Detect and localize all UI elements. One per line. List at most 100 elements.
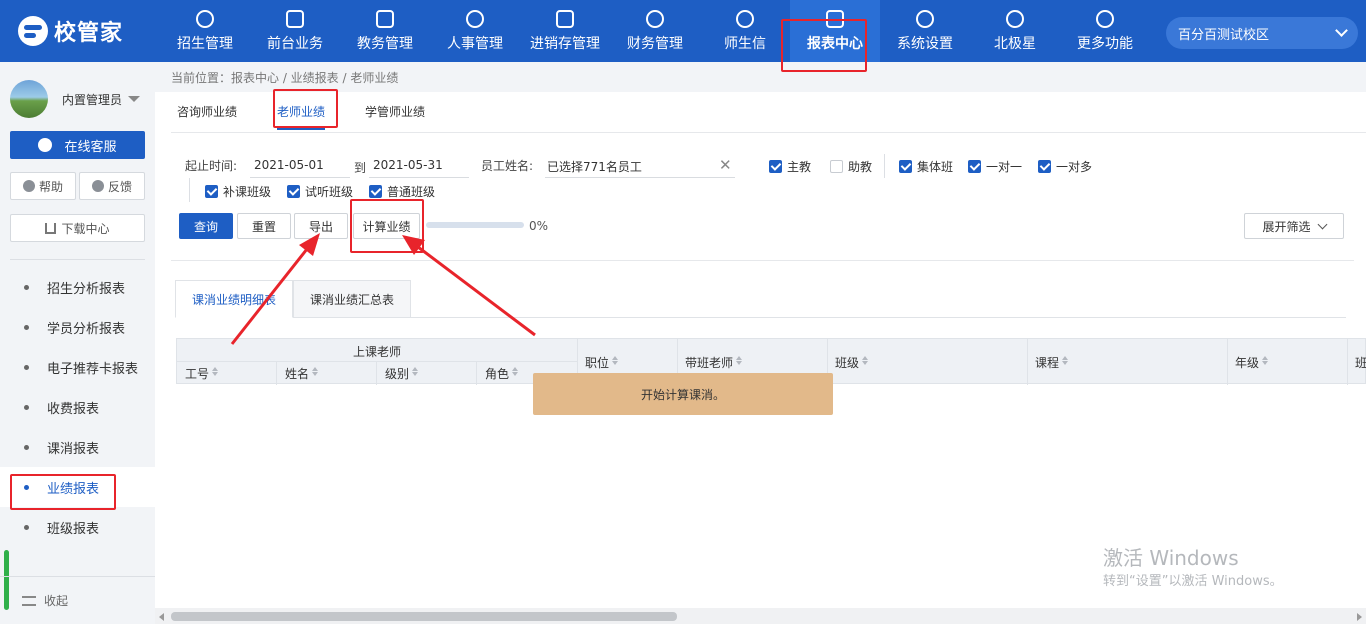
column-header-class[interactable]: 班级 bbox=[835, 354, 869, 371]
query-button[interactable]: 查询 bbox=[179, 213, 233, 239]
tab-teacher-performance[interactable]: 老师业绩 bbox=[277, 98, 326, 130]
app-logo[interactable]: 校管家 bbox=[18, 14, 123, 48]
top-nav-bar: 校管家 招生管理 前台业务 教务管理 人事管理 进销存管理 财务管理 师生信 报… bbox=[0, 0, 1366, 62]
column-header-course[interactable]: 课程 bbox=[1035, 354, 1069, 371]
checkbox-icon bbox=[830, 160, 843, 173]
sidebar-item-fee-report[interactable]: 收费报表 bbox=[0, 387, 155, 427]
column-label: 工号 bbox=[185, 367, 210, 381]
checkbox-one-to-one[interactable]: 一对一 bbox=[968, 158, 1022, 175]
nav-label: 系统设置 bbox=[897, 35, 953, 52]
user-add-icon bbox=[196, 9, 214, 28]
online-service-button[interactable]: 在线客服 bbox=[10, 131, 145, 159]
campus-selector[interactable]: 百分百测试校区 bbox=[1166, 17, 1358, 49]
export-button[interactable]: 导出 bbox=[294, 213, 348, 239]
chevron-down-icon bbox=[1317, 219, 1327, 229]
column-header-level[interactable]: 级别 bbox=[385, 365, 419, 382]
column-label: 年级 bbox=[1235, 356, 1260, 370]
column-header-role[interactable]: 角色 bbox=[485, 365, 519, 382]
bullet-icon bbox=[24, 524, 29, 530]
nav-label: 报表中心 bbox=[807, 35, 863, 52]
calculate-performance-button[interactable]: 计算业绩 bbox=[353, 213, 420, 239]
sidebar-item-referral-report[interactable]: 电子推荐卡报表 bbox=[0, 347, 155, 387]
nav-item-enrollment[interactable]: 招生管理 bbox=[160, 0, 250, 62]
nav-label: 前台业务 bbox=[267, 35, 323, 52]
checkbox-label: 主教 bbox=[787, 160, 812, 174]
checkbox-regular-class[interactable]: 普通班级 bbox=[369, 183, 435, 200]
checkbox-icon bbox=[769, 160, 782, 173]
scrollbar-thumb[interactable] bbox=[171, 612, 677, 621]
tab-advisor-performance[interactable]: 学管师业绩 bbox=[365, 98, 425, 130]
gear-icon bbox=[916, 9, 934, 28]
nav-item-reports[interactable]: 报表中心 bbox=[790, 0, 880, 62]
tab-consumption-detail[interactable]: 课消业绩明细表 bbox=[175, 280, 294, 318]
nav-item-hr[interactable]: 人事管理 bbox=[430, 0, 520, 62]
reset-button[interactable]: 重置 bbox=[237, 213, 291, 239]
start-date-input[interactable]: 2021-05-01 bbox=[250, 154, 350, 178]
calculation-progress-bar bbox=[426, 222, 524, 228]
logo-text: 校管家 bbox=[54, 21, 124, 46]
monitor-icon bbox=[286, 9, 304, 28]
nav-item-front-desk[interactable]: 前台业务 bbox=[250, 0, 340, 62]
column-header-id[interactable]: 工号 bbox=[185, 365, 219, 382]
divider bbox=[189, 178, 190, 202]
sidebar-item-student-report[interactable]: 学员分析报表 bbox=[0, 307, 155, 347]
checkbox-assistant[interactable]: 助教 bbox=[830, 158, 872, 175]
horizontal-scrollbar[interactable] bbox=[155, 608, 1366, 624]
sidebar-item-label: 收费报表 bbox=[47, 401, 100, 417]
checkbox-label: 补课班级 bbox=[223, 185, 272, 199]
end-date-input[interactable]: 2021-05-31 bbox=[369, 154, 469, 178]
column-header-name[interactable]: 姓名 bbox=[285, 365, 319, 382]
checkbox-group-class[interactable]: 集体班 bbox=[899, 158, 953, 175]
windows-watermark-text: 转到“设置”以激活 Windows。 bbox=[1103, 574, 1283, 589]
sidebar-item-class-report[interactable]: 班级报表 bbox=[0, 507, 155, 547]
sort-icon bbox=[612, 355, 619, 365]
divider bbox=[10, 259, 145, 260]
bullet-icon bbox=[24, 444, 29, 450]
bullet-icon bbox=[24, 284, 29, 290]
sidebar-item-label: 学员分析报表 bbox=[47, 321, 126, 337]
column-header-grade[interactable]: 年级 bbox=[1235, 354, 1269, 371]
checkbox-icon bbox=[205, 185, 218, 198]
checkbox-one-to-many[interactable]: 一对多 bbox=[1038, 158, 1092, 175]
download-center-button[interactable]: 下载中心 bbox=[10, 214, 145, 242]
divider bbox=[1227, 339, 1228, 385]
column-header-position[interactable]: 职位 bbox=[585, 354, 619, 371]
nav-item-academic[interactable]: 教务管理 bbox=[340, 0, 430, 62]
bullet-icon bbox=[24, 484, 29, 490]
expand-filter-button[interactable]: 展开筛选 bbox=[1244, 213, 1344, 239]
nav-item-more[interactable]: 更多功能 bbox=[1060, 0, 1150, 62]
divider bbox=[177, 361, 577, 362]
breadcrumb: 当前位置：报表中心 / 业绩报表 / 老师业绩 bbox=[155, 62, 1366, 92]
nav-item-messages[interactable]: 师生信 bbox=[700, 0, 790, 62]
column-header-class-teacher[interactable]: 带班老师 bbox=[685, 354, 743, 371]
sidebar-item-label: 电子推荐卡报表 bbox=[47, 361, 139, 377]
scroll-left-icon[interactable] bbox=[159, 613, 164, 621]
checkbox-main-teacher[interactable]: 主教 bbox=[769, 158, 811, 175]
feedback-button[interactable]: 反馈 bbox=[79, 172, 145, 200]
checkbox-makeup-class[interactable]: 补课班级 bbox=[205, 183, 271, 200]
book-icon bbox=[376, 9, 394, 28]
sort-icon bbox=[312, 366, 319, 376]
divider bbox=[376, 361, 377, 385]
nav-item-settings[interactable]: 系统设置 bbox=[880, 0, 970, 62]
employee-select[interactable]: 已选择771名员工 bbox=[545, 154, 735, 178]
user-menu[interactable]: 内置管理员 bbox=[10, 80, 141, 118]
checkbox-trial-class[interactable]: 试听班级 bbox=[287, 183, 353, 200]
date-range-label: 起止时间: bbox=[185, 159, 238, 173]
column-label: 级别 bbox=[385, 367, 410, 381]
tab-consultant-performance[interactable]: 咨询师业绩 bbox=[177, 98, 237, 130]
close-icon[interactable]: ✕ bbox=[719, 156, 732, 174]
help-button[interactable]: 帮助 bbox=[10, 172, 76, 200]
nav-item-finance[interactable]: 财务管理 bbox=[610, 0, 700, 62]
sidebar-item-label: 业绩报表 bbox=[47, 481, 100, 497]
sidebar-item-consumption-report[interactable]: 课消报表 bbox=[0, 427, 155, 467]
nav-item-polaris[interactable]: 北极星 bbox=[970, 0, 1060, 62]
column-header-class-more[interactable]: 班 bbox=[1355, 354, 1366, 371]
collapse-sidebar-button[interactable]: 收起 bbox=[0, 576, 155, 624]
sidebar-item-enrollment-report[interactable]: 招生分析报表 bbox=[0, 267, 155, 307]
scroll-right-icon[interactable] bbox=[1357, 613, 1362, 621]
windows-watermark-title: 激活 Windows bbox=[1103, 546, 1239, 570]
nav-item-inventory[interactable]: 进销存管理 bbox=[520, 0, 610, 62]
tab-consumption-summary[interactable]: 课消业绩汇总表 bbox=[293, 280, 412, 318]
sidebar-item-performance-report[interactable]: 业绩报表 bbox=[0, 467, 155, 507]
